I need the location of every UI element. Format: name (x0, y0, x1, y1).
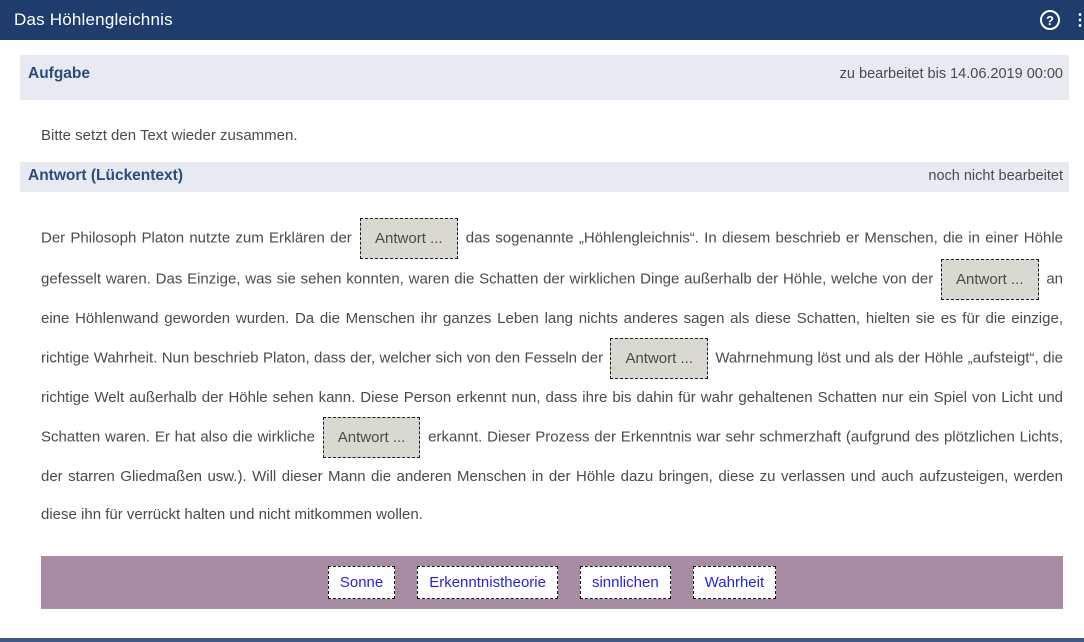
title-bar: Das Höhlengleichnis ? ⋮ (0, 0, 1084, 40)
content-area: Aufgabe zu bearbeitet bis 14.06.2019 00:… (20, 55, 1069, 609)
answer-drop-zone[interactable]: Antwort ... (941, 259, 1039, 300)
next-section-edge (0, 638, 1084, 642)
kebab-menu-icon[interactable]: ⋮ (1072, 10, 1084, 30)
cloze-text-paragraph: Der Philosoph Platon nutzte zum Erklären… (41, 218, 1063, 534)
answer-panel-title: Antwort (Lückentext) (28, 167, 183, 185)
answer-chip[interactable]: Sonne (328, 566, 395, 599)
help-icon[interactable]: ? (1040, 10, 1060, 30)
answer-drop-zone[interactable]: Antwort ... (323, 417, 421, 458)
title-bar-icons: ? ⋮ (1040, 0, 1074, 40)
task-panel-title: Aufgabe (28, 65, 90, 83)
cloze-text: Der Philosoph Platon nutzte zum Erklären… (41, 229, 357, 246)
answer-status: noch nicht bearbeitet (928, 167, 1063, 184)
page-title: Das Höhlengleichnis (14, 10, 173, 30)
answer-panel-header: Antwort (Lückentext) noch nicht bearbeit… (20, 162, 1069, 192)
task-instruction: Bitte setzt den Text wieder zusammen. (41, 127, 1069, 144)
answer-chip[interactable]: sinnlichen (580, 566, 671, 599)
task-deadline: zu bearbeitet bis 14.06.2019 00:00 (840, 65, 1063, 82)
answer-chip[interactable]: Erkenntnistheorie (417, 566, 558, 599)
answer-drop-zone[interactable]: Antwort ... (610, 338, 708, 379)
word-bank: Sonne Erkenntnistheorie sinnlichen Wahrheit (41, 556, 1063, 609)
answer-chip[interactable]: Wahrheit (693, 566, 776, 599)
answer-drop-zone[interactable]: Antwort ... (360, 218, 458, 259)
task-panel-header: Aufgabe zu bearbeitet bis 14.06.2019 00:… (20, 55, 1069, 100)
